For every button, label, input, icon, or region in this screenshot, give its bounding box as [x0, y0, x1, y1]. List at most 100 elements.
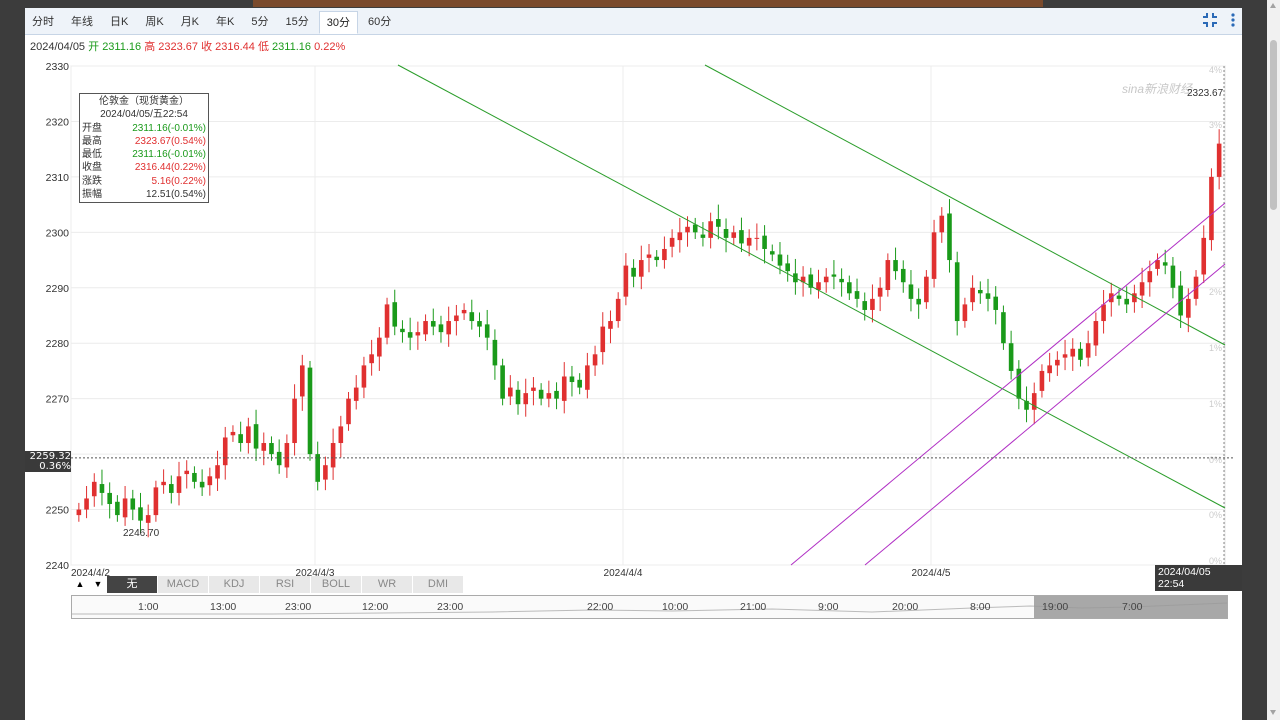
candle-body [554, 390, 559, 399]
candle-body [353, 387, 359, 401]
navigator-time-label: 12:00 [362, 601, 389, 613]
candle-body [1078, 348, 1083, 360]
candle-body [107, 492, 112, 505]
ohlc-tooltip: 伦敦金（现货黄金） 2024/04/05/五22:54 开盘 2311.16(-0… [79, 93, 209, 204]
candle-body [1132, 293, 1137, 303]
candle-body [454, 315, 459, 322]
candle-body [985, 293, 991, 299]
candle-body [947, 213, 952, 261]
navigator-time-label: 23:00 [437, 601, 464, 613]
candle-body [192, 472, 197, 482]
candle-body [484, 324, 490, 338]
candle-body [762, 235, 767, 249]
candle-body [523, 393, 529, 405]
y-tick-label: 2280 [46, 338, 70, 350]
candle-body [939, 215, 945, 233]
tooltip-row-label: 收盘 [82, 162, 102, 174]
max-price-label: 2323.67 [1187, 88, 1224, 99]
candle-body [924, 276, 929, 303]
pct-tick-label: 0% [1209, 510, 1222, 520]
candle-body [538, 389, 544, 399]
candle-body [369, 354, 374, 364]
candle-body [99, 484, 105, 493]
candle-body [1139, 282, 1145, 296]
x-tick-label: 2024/4/4 [604, 568, 643, 579]
candle-body [138, 507, 143, 521]
arrow-down-icon[interactable]: ▼ [89, 576, 107, 593]
candle-body [685, 226, 690, 233]
navigator-time-label: 8:00 [970, 601, 991, 613]
candle-body [199, 481, 205, 488]
candle-body [76, 509, 82, 516]
indicator-tab-5[interactable]: WR [362, 576, 413, 593]
candle-body [446, 321, 451, 335]
tooltip-row-label: 最高 [82, 135, 102, 147]
candle-body [261, 443, 267, 451]
candle-body [692, 224, 698, 233]
candle-body [269, 443, 274, 455]
current-price-pct: 0.36% [39, 461, 71, 472]
candle-body [669, 237, 675, 247]
tooltip-row-label: 开盘 [82, 122, 102, 134]
candle-body [1047, 365, 1052, 374]
navigator-time-label: 10:00 [662, 601, 689, 613]
candle-body [430, 321, 436, 327]
candle-body [1031, 393, 1037, 410]
candle-body [222, 437, 228, 466]
candle-body [338, 426, 344, 444]
candle-body [230, 431, 236, 436]
candle-body [839, 278, 844, 283]
candle-body [238, 434, 243, 444]
tooltip-row-value: 2323.67(0.54%) [134, 135, 206, 147]
candle-body [993, 296, 999, 310]
candle-body [1062, 354, 1068, 358]
y-tick-label: 2320 [46, 116, 70, 128]
candle-body [346, 398, 351, 425]
candle-body [122, 498, 128, 518]
candle-body [739, 230, 744, 244]
candle-body [1070, 348, 1076, 357]
candle-body [1147, 271, 1153, 283]
candle-body [746, 237, 752, 246]
navigator-time-label: 19:00 [1042, 601, 1069, 613]
candle-body [662, 248, 667, 261]
current-price-label: 2259.32 0.36% [25, 451, 71, 472]
tooltip-row-value: 5.16(0.22%) [151, 175, 206, 187]
candle-body [978, 289, 983, 294]
candle-body [1001, 312, 1006, 344]
tooltip-row-value: 2316.44(0.22%) [134, 162, 206, 174]
pct-tick-label: 1% [1209, 399, 1222, 409]
scroll-up-icon[interactable] [1270, 3, 1276, 8]
candle-body [708, 221, 713, 238]
navigator-time-label: 1:00 [138, 601, 159, 613]
time-navigator[interactable]: 1:00 13:00 23:00 12:00 23:00 22:00 10:00 21:00 9… [71, 595, 1228, 619]
tooltip-row: 最低 2311.16(-0.01%) [80, 148, 208, 161]
indicator-tab-3[interactable]: RSI [260, 576, 311, 593]
pct-tick-label: 1% [1209, 343, 1222, 353]
indicator-tab-4[interactable]: BOLL [311, 576, 362, 593]
scroll-down-icon[interactable] [1270, 710, 1276, 715]
candle-body [169, 484, 174, 493]
tooltip-row: 开盘 2311.16(-0.01%) [80, 122, 208, 135]
candle-body [531, 387, 536, 391]
arrow-up-icon[interactable]: ▲ [71, 576, 89, 593]
candle-body [276, 451, 282, 466]
tooltip-time: 2024/04/05/五22:54 [100, 109, 188, 121]
candle-body [415, 332, 421, 336]
candle-body [246, 426, 251, 444]
candle-body [1216, 143, 1222, 177]
candle-body [600, 326, 606, 353]
navigator-time-label: 9:00 [818, 601, 839, 613]
indicator-tab-0[interactable]: 无 [107, 576, 158, 593]
indicator-tab-2[interactable]: KDJ [209, 576, 260, 593]
scrollbar-thumb[interactable] [1270, 40, 1277, 210]
hover-date-label: 2024/04/05 22:54 [1155, 565, 1242, 591]
indicator-tab-1[interactable]: MACD [158, 576, 209, 593]
candle-body [608, 321, 613, 329]
y-tick-label: 2270 [46, 394, 70, 406]
page-scrollbar[interactable] [1267, 0, 1280, 720]
navigator-time-label: 22:00 [587, 601, 614, 613]
pct-tick-label: 0% [1209, 455, 1222, 465]
y-tick-label: 2300 [46, 227, 70, 239]
indicator-tab-6[interactable]: DMI [413, 576, 464, 593]
